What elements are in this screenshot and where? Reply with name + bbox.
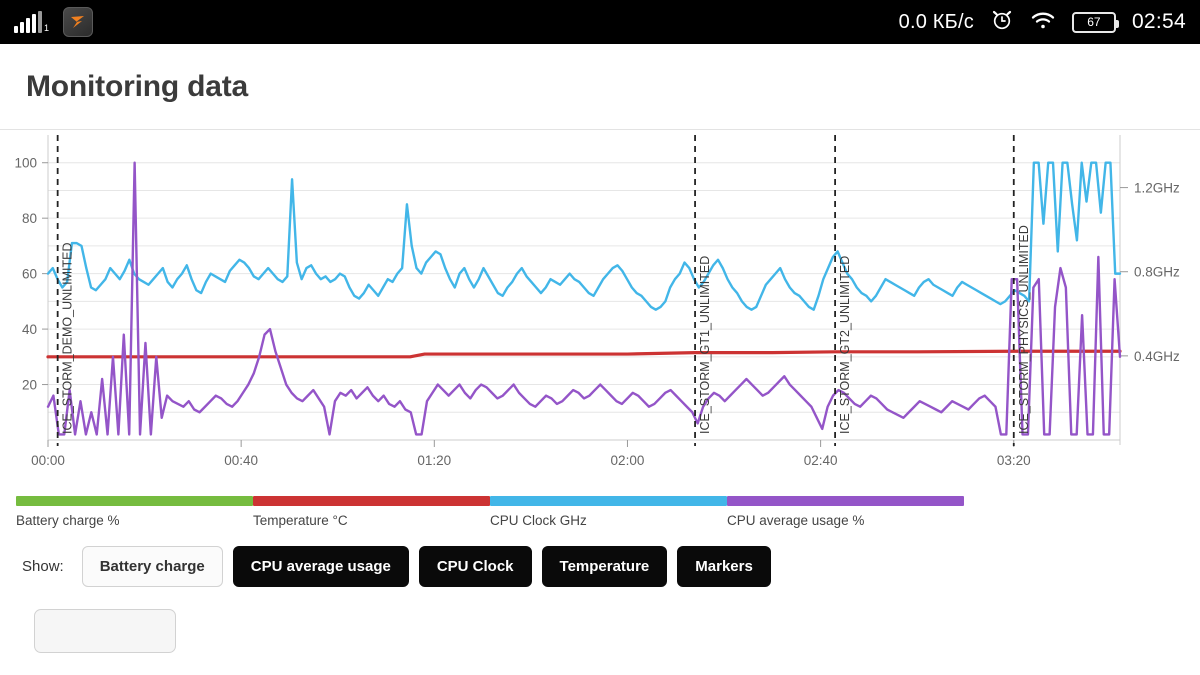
svg-text:20: 20 bbox=[22, 378, 37, 393]
toggle-markers[interactable]: Markers bbox=[677, 546, 771, 587]
monitoring-chart: 20 40 60 80 100 0.4GHz 0.8GHz 1.2GHz 00:00 00:40 0… bbox=[0, 130, 1200, 490]
legend-item-cpu-usage: CPU average usage % bbox=[727, 496, 964, 528]
orange-bird-app-icon bbox=[63, 7, 94, 37]
svg-text:01:20: 01:20 bbox=[417, 453, 451, 468]
status-bar-right: 0.0 КБ/с 67 02:54 bbox=[899, 8, 1186, 37]
svg-text:ICE_STORM_PHYSICS_UNLIMITED: ICE_STORM_PHYSICS_UNLIMITED bbox=[1017, 225, 1031, 434]
battery-level-label: 67 bbox=[1087, 15, 1101, 29]
svg-text:0.8GHz: 0.8GHz bbox=[1134, 265, 1180, 280]
clock-time-label: 02:54 bbox=[1131, 10, 1186, 33]
battery-icon: 67 bbox=[1071, 11, 1119, 33]
svg-text:80: 80 bbox=[22, 211, 37, 226]
svg-text:40: 40 bbox=[22, 322, 37, 337]
network-speed-label: 0.0 КБ/с bbox=[898, 10, 974, 33]
legend-swatch-cpu-clock bbox=[490, 496, 727, 506]
svg-text:60: 60 bbox=[22, 267, 37, 282]
toggle-battery-charge[interactable]: Battery charge bbox=[81, 546, 223, 587]
svg-text:03:20: 03:20 bbox=[997, 453, 1031, 468]
show-controls: Show: Battery charge CPU average usage C… bbox=[0, 528, 1200, 587]
svg-text:02:00: 02:00 bbox=[611, 453, 645, 468]
legend-swatch-temperature bbox=[253, 496, 490, 506]
legend-item-temperature: Temperature °C bbox=[253, 496, 490, 528]
svg-text:100: 100 bbox=[14, 156, 37, 171]
toggle-cpu-average-usage[interactable]: CPU average usage bbox=[232, 546, 409, 587]
alarm-clock-icon bbox=[990, 8, 1014, 37]
wifi-icon bbox=[1030, 10, 1056, 35]
signal-bars-icon: 1 bbox=[14, 11, 49, 33]
svg-text:ICE_STORM_DEMO_UNLIMITED: ICE_STORM_DEMO_UNLIMITED bbox=[61, 243, 75, 434]
chart-legend: Battery charge % Temperature °C CPU Cloc… bbox=[0, 496, 1200, 528]
legend-label-temperature: Temperature °C bbox=[253, 513, 348, 528]
show-label: Show: bbox=[22, 558, 64, 575]
legend-item-cpu-clock: CPU Clock GHz bbox=[490, 496, 727, 528]
svg-text:00:00: 00:00 bbox=[31, 453, 65, 468]
toggle-temperature[interactable]: Temperature bbox=[541, 546, 668, 587]
svg-text:ICE_STORM_GT2_UNLIMITED: ICE_STORM_GT2_UNLIMITED bbox=[838, 256, 852, 434]
footer-action-button[interactable] bbox=[34, 609, 176, 653]
status-bar: 1 0.0 КБ/с 67 02:54 bbox=[0, 0, 1200, 44]
legend-label-cpu-clock: CPU Clock GHz bbox=[490, 513, 587, 528]
monitoring-chart-svg: 20 40 60 80 100 0.4GHz 0.8GHz 1.2GHz 00:00 00:40 0… bbox=[14, 135, 1180, 468]
svg-text:00:40: 00:40 bbox=[224, 453, 258, 468]
legend-label-battery: Battery charge % bbox=[16, 513, 120, 528]
svg-text:ICE_STORM_GT1_UNLIMITED: ICE_STORM_GT1_UNLIMITED bbox=[698, 256, 712, 434]
status-bar-left: 1 bbox=[14, 7, 94, 37]
page-title: Monitoring data bbox=[26, 69, 248, 103]
signal-sim-label: 1 bbox=[44, 23, 50, 33]
svg-text:02:40: 02:40 bbox=[804, 453, 838, 468]
legend-item-battery: Battery charge % bbox=[16, 496, 253, 528]
legend-label-cpu-usage: CPU average usage % bbox=[727, 513, 865, 528]
toggle-cpu-clock[interactable]: CPU Clock bbox=[418, 546, 532, 587]
svg-text:1.2GHz: 1.2GHz bbox=[1134, 181, 1180, 196]
page-header: Monitoring data bbox=[0, 44, 1200, 130]
legend-swatch-battery bbox=[16, 496, 253, 506]
legend-swatch-cpu-usage bbox=[727, 496, 964, 506]
svg-text:0.4GHz: 0.4GHz bbox=[1134, 349, 1180, 364]
